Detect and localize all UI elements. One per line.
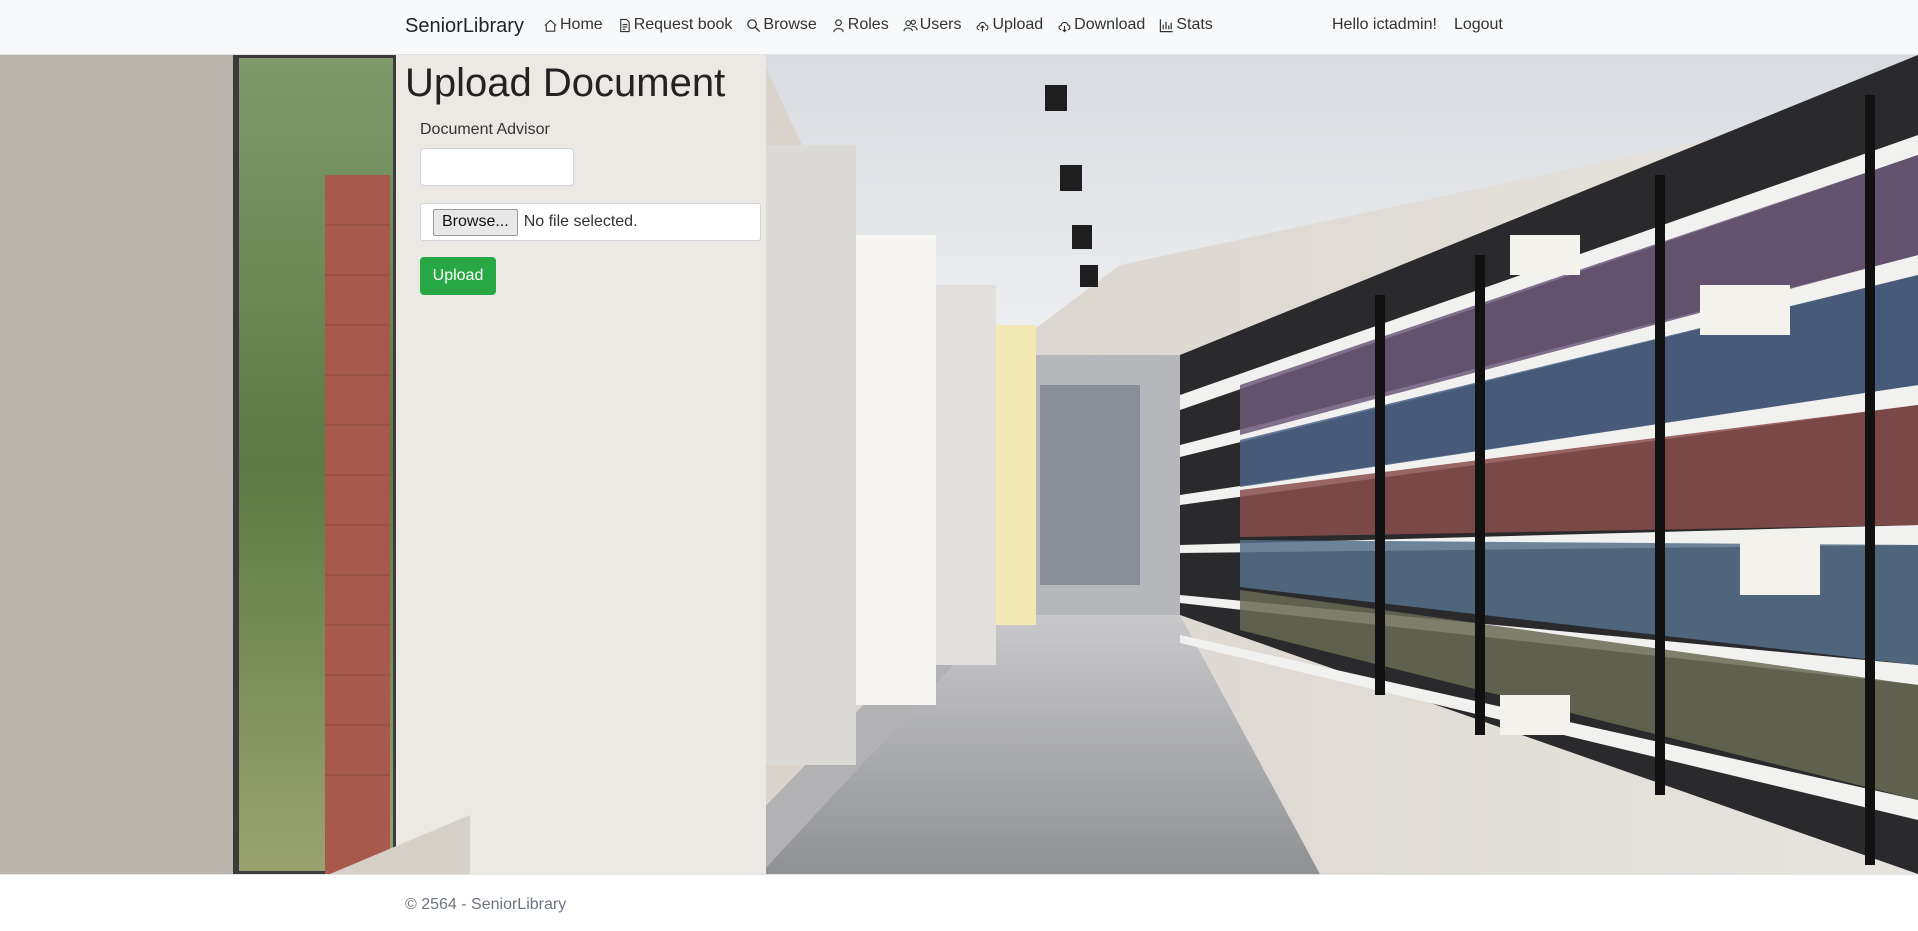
nav-label: Browse [763,16,817,33]
footer: © 2564 - SeniorLibrary [0,874,1918,931]
nav-label: Request book [633,16,733,33]
nav-label: Stats [1176,16,1213,33]
nav-label: Download [1074,16,1146,33]
logout-link[interactable]: Logout [1454,16,1503,34]
document-advisor-label: Document Advisor [420,121,550,138]
bar-chart-icon [1160,18,1173,32]
nav-roles[interactable]: Roles [831,16,889,34]
nav-browse[interactable]: Browse [746,16,817,34]
nav-upload[interactable]: Upload [975,16,1043,34]
user-area: Hello ictadmin! Logout [1332,16,1503,34]
footer-copyright: © 2564 - SeniorLibrary [405,896,567,913]
file-input[interactable]: Browse... No file selected. [420,203,761,241]
nav-label: Home [560,16,603,33]
person-icon [833,18,844,32]
cloud-download-icon [1058,21,1071,32]
file-status-text: No file selected. [523,213,638,230]
upload-button[interactable]: Upload [420,257,496,295]
nav-menu: Home Request book Browse Roles Users Upl… [543,16,1213,34]
page-title: Upload Document [405,61,726,105]
house-icon [544,19,557,32]
user-greeting-link[interactable]: Hello ictadmin! [1332,16,1437,34]
nav-label: Roles [847,16,889,33]
nav-label: Upload [992,16,1044,33]
nav-download[interactable]: Download [1057,16,1145,34]
nav-request-book[interactable]: Request book [617,16,733,34]
search-icon [747,18,761,32]
document-icon [619,18,630,32]
cloud-upload-icon [977,21,989,32]
library-hallway-illustration [0,55,1918,874]
browse-button[interactable]: Browse... [433,208,518,236]
brand-link[interactable]: SeniorLibrary [405,15,524,38]
nav-stats[interactable]: Stats [1159,16,1213,34]
navbar: SeniorLibrary Home Request book Browse R… [0,0,1918,55]
nav-home[interactable]: Home [543,16,603,34]
library-background-image [0,55,1918,874]
document-advisor-input[interactable] [420,148,574,186]
upload-form-container: Upload Document Document Advisor Browse.… [405,55,761,295]
nav-label: Users [919,16,962,33]
people-icon [903,19,918,31]
nav-users[interactable]: Users [903,16,962,34]
